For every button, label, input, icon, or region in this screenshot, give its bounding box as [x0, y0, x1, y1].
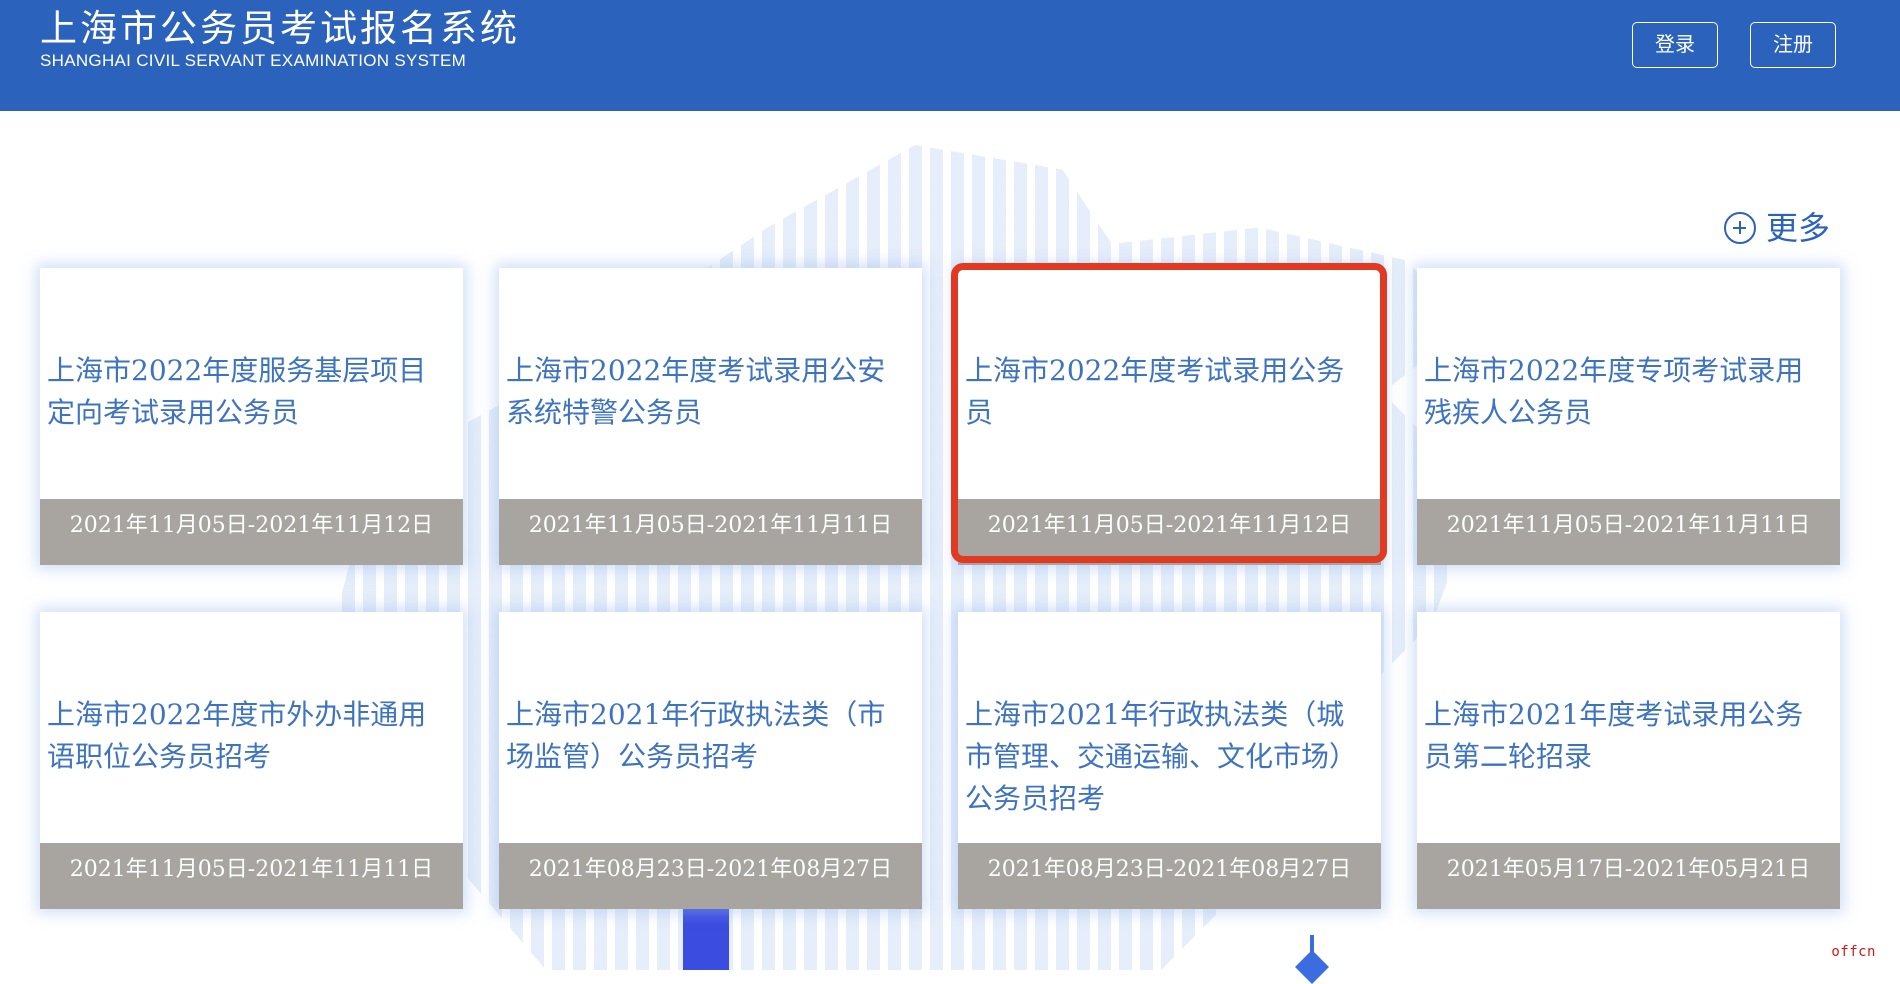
exam-card-date: 2021年11月05日-2021年11月11日	[499, 499, 922, 565]
exam-card-title: 上海市2021年行政执法类（市场监管）公务员招考	[506, 698, 886, 773]
exam-card-title: 上海市2022年度服务基层项目定向考试录用公务员	[47, 354, 427, 429]
exam-card-3[interactable]: 上海市2022年度考试录用公务员 2021年11月05日-2021年11月12日	[958, 268, 1381, 565]
exam-card-date: 2021年05月17日-2021年05月21日	[1417, 843, 1840, 909]
exam-card-2[interactable]: 上海市2022年度考试录用公安系统特警公务员 2021年11月05日-2021年…	[499, 268, 922, 565]
exam-card-title: 上海市2022年度考试录用公安系统特警公务员	[506, 354, 886, 429]
exam-card-title: 上海市2022年度考试录用公务员	[965, 354, 1345, 429]
exam-card-1[interactable]: 上海市2022年度服务基层项目定向考试录用公务员 2021年11月05日-202…	[40, 268, 463, 565]
exam-card-title: 上海市2022年度市外办非通用语职位公务员招考	[47, 698, 427, 773]
exam-card-date: 2021年08月23日-2021年08月27日	[958, 843, 1381, 909]
site-subtitle: SHANGHAI CIVIL SERVANT EXAMINATION SYSTE…	[40, 51, 467, 70]
more-link[interactable]: 更多	[1724, 206, 1831, 247]
background-decoration-bar	[683, 908, 729, 970]
exam-card-title: 上海市2021年度考试录用公务员第二轮招录	[1424, 698, 1804, 773]
exam-card-date: 2021年11月05日-2021年11月11日	[40, 843, 463, 909]
exam-card-8[interactable]: 上海市2021年度考试录用公务员第二轮招录 2021年05月17日-2021年0…	[1417, 612, 1840, 909]
watermark: offcn	[1831, 944, 1876, 960]
more-label: 更多	[1766, 209, 1831, 247]
register-button[interactable]: 注册	[1750, 22, 1836, 68]
site-title: 上海市公务员考试报名系统	[40, 7, 520, 50]
exam-card-4[interactable]: 上海市2022年度专项考试录用残疾人公务员 2021年11月05日-2021年1…	[1417, 268, 1840, 565]
exam-card-6[interactable]: 上海市2021年行政执法类（市场监管）公务员招考 2021年08月23日-202…	[499, 612, 922, 909]
exam-card-date: 2021年11月05日-2021年11月11日	[1417, 499, 1840, 565]
login-button[interactable]: 登录	[1632, 22, 1718, 68]
exam-card-date: 2021年08月23日-2021年08月27日	[499, 843, 922, 909]
exam-card-title: 上海市2022年度专项考试录用残疾人公务员	[1424, 354, 1804, 429]
plus-circle-icon	[1724, 212, 1756, 244]
exam-card-5[interactable]: 上海市2022年度市外办非通用语职位公务员招考 2021年11月05日-2021…	[40, 612, 463, 909]
exam-card-title: 上海市2021年行政执法类（城市管理、交通运输、文化市场）公务员招考	[965, 698, 1358, 815]
exam-card-date: 2021年11月05日-2021年11月12日	[40, 499, 463, 565]
site-header: 上海市公务员考试报名系统 SHANGHAI CIVIL SERVANT EXAM…	[0, 0, 1900, 111]
exam-card-7[interactable]: 上海市2021年行政执法类（城市管理、交通运输、文化市场）公务员招考 2021年…	[958, 612, 1381, 909]
background-marker	[1295, 950, 1329, 984]
exam-card-date: 2021年11月05日-2021年11月12日	[958, 499, 1381, 565]
